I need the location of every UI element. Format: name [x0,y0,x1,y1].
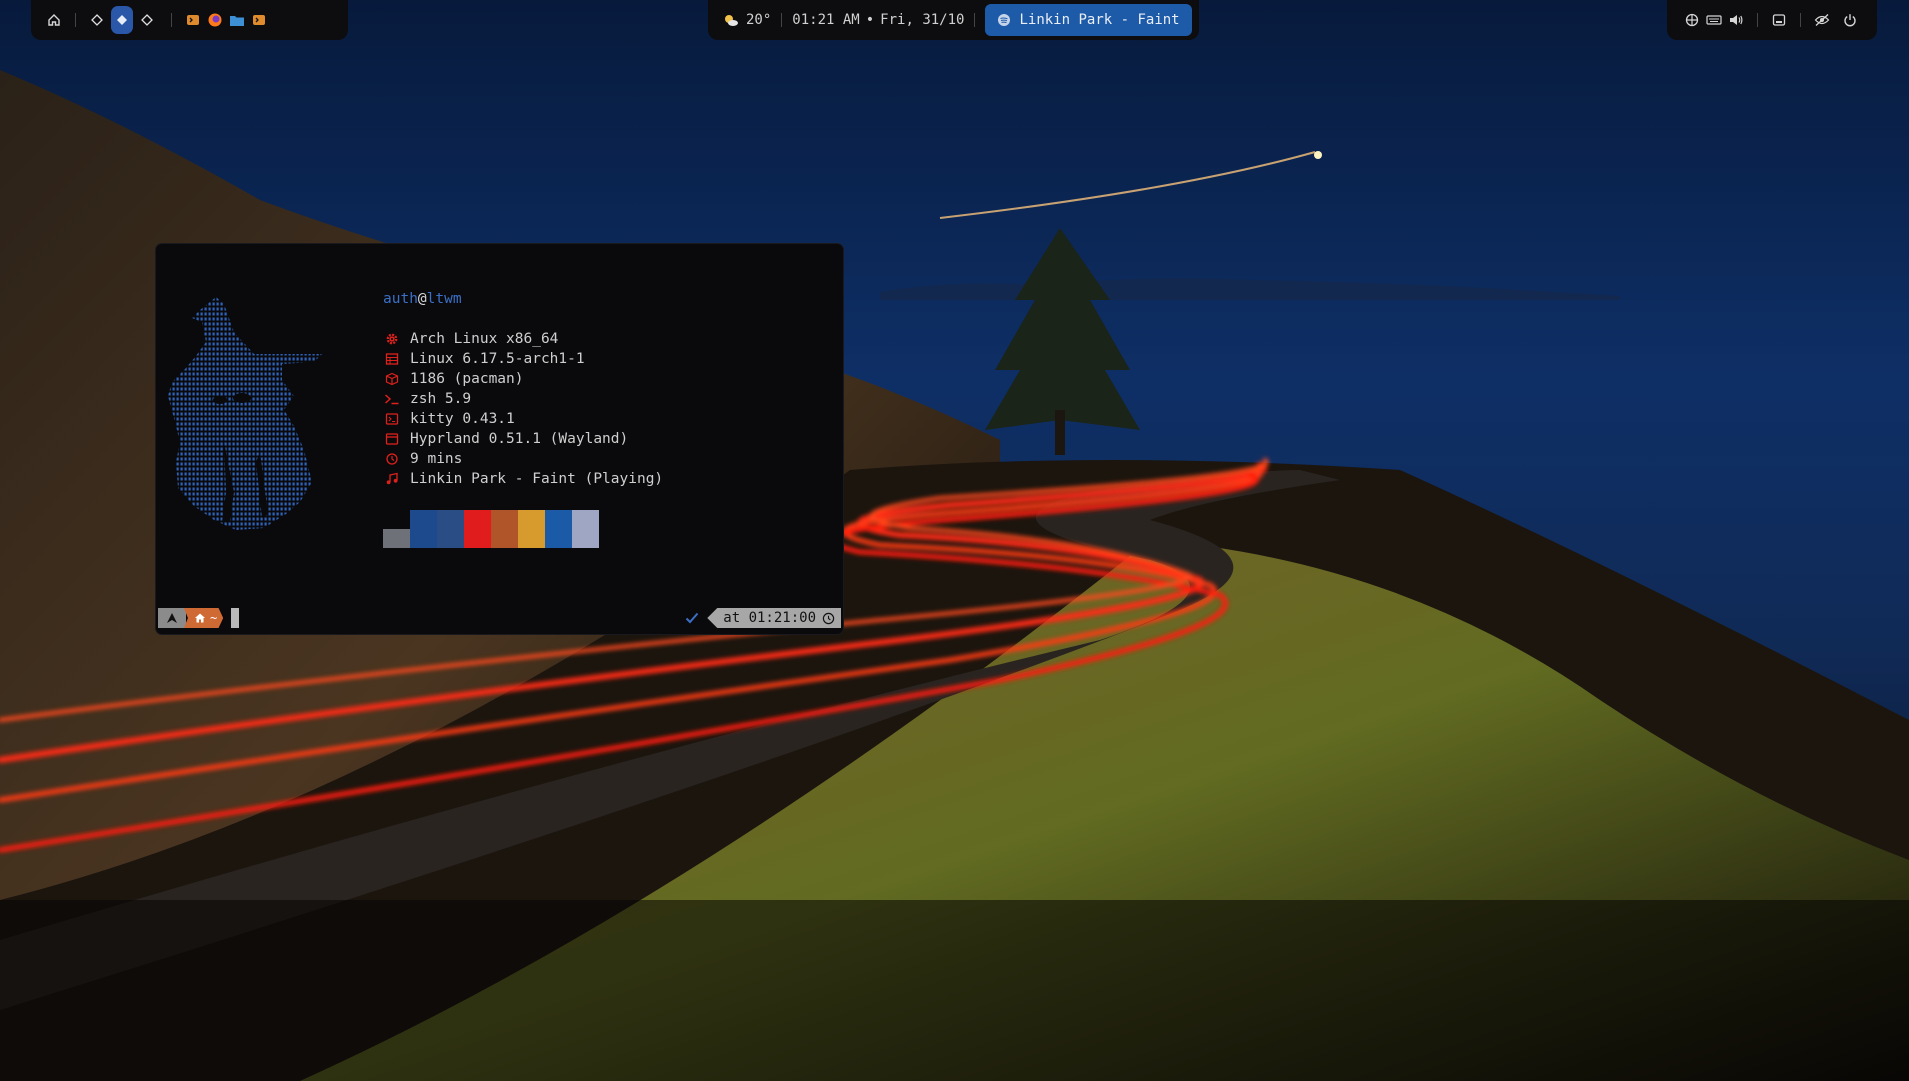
prompt-time-text: at 01:21:00 [723,610,816,626]
terminal-icon[interactable] [182,9,204,31]
terminal-icon[interactable] [248,9,270,31]
info-media: Linkin Park - Faint (Playing) [410,471,664,487]
info-row-shell: zsh 5.9 [383,389,663,409]
terminal-icon [383,412,400,426]
hostname: ltwm [426,291,462,307]
weather-temperature[interactable]: 20° [746,12,771,28]
info-row-terminal: kitty 0.43.1 [383,409,663,429]
color-swatch [572,510,599,548]
workspace-3-button[interactable] [136,6,158,34]
topbar-center: 20° 01:21 AM • Fri, 31/10 Linkin Park - … [708,0,1199,40]
package-icon [383,372,400,386]
divider [171,13,172,27]
info-row-wm: Hyprland 0.51.1 (Wayland) [383,429,663,449]
color-palette [383,510,599,548]
divider [1757,13,1758,27]
color-swatch [383,529,410,548]
color-swatch [410,510,437,548]
screen-icon[interactable] [1768,9,1790,31]
info-packages: 1186 (pacman) [410,371,524,387]
user-host: auth@ltwm [383,289,663,309]
info-row-uptime: 9 mins [383,449,663,469]
text-cursor[interactable] [231,608,240,628]
media-title: Linkin Park - Faint [1019,12,1180,28]
spotify-icon [997,13,1011,27]
divider [75,13,76,27]
media-player-button[interactable]: Linkin Park - Faint [985,4,1192,36]
arch-icon [158,608,186,628]
prompt-time: at 01:21:00 [707,608,841,628]
info-row-kernel: Linux 6.17.5-arch1-1 [383,349,663,369]
info-kernel: Linux 6.17.5-arch1-1 [410,351,585,367]
color-swatch [545,510,572,548]
divider [781,13,783,27]
system-info: auth@ltwm Arch Linux x86_64 Linux 6.17.5… [383,289,663,489]
home-icon [194,612,206,624]
color-swatch [464,510,491,548]
firefox-icon[interactable] [204,9,226,31]
info-wm: Hyprland 0.51.1 (Wayland) [410,431,629,447]
wizard-ascii-art [168,297,322,530]
username: auth [383,291,418,307]
terminal-window[interactable]: auth@ltwm Arch Linux x86_64 Linux 6.17.5… [156,244,843,634]
info-uptime: 9 mins [410,451,463,467]
divider [974,13,976,27]
prompt-directory: ~ [184,608,224,628]
info-shell: zsh 5.9 [410,391,472,407]
prompt-left: ~ [158,608,240,628]
info-row-packages: 1186 (pacman) [383,369,663,389]
bullet: • [865,12,875,28]
shell-icon [383,392,400,406]
kernel-icon [383,352,400,366]
prompt-dir-text: ~ [210,611,218,625]
eye-off-icon[interactable] [1811,9,1833,31]
keyboard-icon[interactable] [1703,9,1725,31]
info-row-os: Arch Linux x86_64 [383,329,663,349]
color-swatch [518,510,545,548]
topbar-left [31,0,348,40]
home-icon[interactable] [43,9,65,31]
music-icon [383,472,400,486]
info-row-media: Linkin Park - Faint (Playing) [383,469,663,489]
prompt-right: at 01:21:00 [685,608,841,628]
topbar-right [1667,0,1877,40]
sun-cloud-icon [720,9,742,31]
files-icon[interactable] [226,9,248,31]
check-icon [685,612,699,624]
divider [1800,13,1801,27]
workspace-2-button[interactable] [111,6,133,34]
network-icon[interactable] [1681,9,1703,31]
workspace-1-button[interactable] [86,6,108,34]
gear-icon [383,332,400,346]
info-terminal: kitty 0.43.1 [410,411,515,427]
window-icon [383,432,400,446]
clock-icon [822,612,835,625]
color-swatch [491,510,518,548]
clock-icon [383,452,400,466]
volume-icon[interactable] [1725,9,1747,31]
at-sign: @ [417,291,427,307]
info-os: Arch Linux x86_64 [410,331,559,347]
clock-time[interactable]: 01:21 AM [792,12,859,28]
color-swatch [437,510,464,548]
power-icon[interactable] [1839,9,1861,31]
clock-date[interactable]: Fri, 31/10 [880,12,964,28]
